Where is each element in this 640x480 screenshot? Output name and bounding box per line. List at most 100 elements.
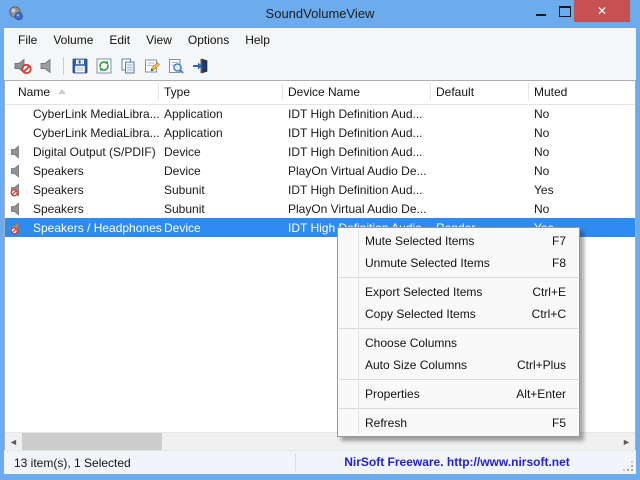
column-divider[interactable] xyxy=(158,83,159,101)
menu-item-shortcut: F7 xyxy=(552,234,566,248)
cell-device-name: IDT High Definition Aud... xyxy=(288,107,433,121)
menubar-item-edit[interactable]: Edit xyxy=(101,29,138,51)
menu-item-shortcut: Ctrl+Plus xyxy=(517,358,566,372)
table-row[interactable]: Digital Output (S/PDIF) Device IDT High … xyxy=(5,142,635,161)
maximize-icon xyxy=(559,6,571,17)
list-rows: CyberLink MediaLibra... Application IDT … xyxy=(5,104,635,237)
find-icon[interactable] xyxy=(164,55,188,77)
cell-type: Device xyxy=(164,164,274,178)
cell-muted: No xyxy=(534,126,624,140)
maximize-button[interactable] xyxy=(555,0,575,22)
cell-type: Subunit xyxy=(164,202,274,216)
menu-item-shortcut: Alt+Enter xyxy=(516,387,566,401)
menu-item-label: Auto Size Columns xyxy=(365,358,517,372)
menu-item-label: Choose Columns xyxy=(365,336,566,350)
menubar-item-help[interactable]: Help xyxy=(237,29,278,51)
menubar-item-options[interactable]: Options xyxy=(180,29,237,51)
menubar-item-file[interactable]: File xyxy=(10,29,45,51)
cell-name: CyberLink MediaLibra... xyxy=(33,126,165,140)
cell-type: Device xyxy=(164,145,274,159)
close-icon: ✕ xyxy=(597,4,607,18)
table-row[interactable]: Speakers Subunit PlayOn Virtual Audio De… xyxy=(5,199,635,218)
scroll-left-icon[interactable]: ◄ xyxy=(5,433,22,450)
menu-item-label: Refresh xyxy=(365,416,552,430)
context-menu-item-refresh[interactable]: Refresh F5 xyxy=(338,412,579,434)
scroll-right-icon[interactable]: ► xyxy=(618,433,635,450)
cell-type: Application xyxy=(164,126,274,140)
column-header-default[interactable]: Default xyxy=(436,85,474,99)
mute-speaker-icon[interactable] xyxy=(11,55,35,77)
minimize-icon xyxy=(536,14,546,16)
column-divider[interactable] xyxy=(282,83,283,101)
titlebar[interactable]: SoundVolumeView ✕ xyxy=(0,0,640,28)
toolbar xyxy=(4,52,636,80)
nirsoft-link[interactable]: NirSoft Freeware. http://www.nirsoft.net xyxy=(296,455,618,469)
context-menu-item-choose-columns[interactable]: Choose Columns xyxy=(338,332,579,354)
menu-item-label: Copy Selected Items xyxy=(365,307,532,321)
speaker-muted-icon xyxy=(10,221,25,235)
resize-grip-icon[interactable] xyxy=(622,460,634,472)
menu-item-label: Export Selected Items xyxy=(365,285,532,299)
cell-name: Speakers xyxy=(33,202,165,216)
menu-item-shortcut: Ctrl+C xyxy=(532,307,566,321)
menubar-item-view[interactable]: View xyxy=(138,29,180,51)
menu-bar: FileVolumeEditViewOptionsHelp xyxy=(4,28,636,52)
cell-name: Speakers xyxy=(33,183,165,197)
mute-badge-icon xyxy=(11,228,17,234)
cell-device-name: PlayOn Virtual Audio De... xyxy=(288,164,433,178)
speaker-icon[interactable] xyxy=(35,55,59,77)
column-header-type[interactable]: Type xyxy=(164,85,190,99)
save-icon[interactable] xyxy=(68,55,92,77)
cell-type: Subunit xyxy=(164,183,274,197)
menu-item-label: Properties xyxy=(365,387,516,401)
menubar-item-volume[interactable]: Volume xyxy=(45,29,101,51)
minimize-button[interactable] xyxy=(527,0,555,22)
sort-ascending-icon xyxy=(58,89,66,94)
scrollbar-thumb[interactable] xyxy=(22,433,162,450)
status-item-count: 13 item(s), 1 Selected xyxy=(14,456,131,470)
speaker-icon xyxy=(10,164,25,178)
table-row[interactable]: Speakers Device PlayOn Virtual Audio De.… xyxy=(5,161,635,180)
cell-device-name: IDT High Definition Aud... xyxy=(288,183,433,197)
exit-icon[interactable] xyxy=(188,55,212,77)
menu-separator xyxy=(339,379,578,380)
mute-badge-icon xyxy=(11,190,17,196)
table-row[interactable]: CyberLink MediaLibra... Application IDT … xyxy=(5,123,635,142)
context-menu-item-properties[interactable]: Properties Alt+Enter xyxy=(338,383,579,405)
close-button[interactable]: ✕ xyxy=(574,0,630,22)
cell-name: Digital Output (S/PDIF) xyxy=(33,145,165,159)
cell-type: Device xyxy=(164,221,274,235)
cell-muted: No xyxy=(534,107,624,121)
properties-icon[interactable] xyxy=(140,55,164,77)
context-menu-item-auto-size-columns[interactable]: Auto Size Columns Ctrl+Plus xyxy=(338,354,579,376)
cell-name: Speakers xyxy=(33,164,165,178)
cell-device-name: IDT High Definition Aud... xyxy=(288,145,433,159)
context-menu-item-mute-selected-items[interactable]: Mute Selected Items F7 xyxy=(338,230,579,252)
speaker-icon xyxy=(10,145,25,159)
column-divider[interactable] xyxy=(430,83,431,101)
cell-muted: Yes xyxy=(534,183,624,197)
column-header-name[interactable]: Name xyxy=(18,85,50,99)
cell-name: CyberLink MediaLibra... xyxy=(33,107,165,121)
refresh-icon[interactable] xyxy=(92,55,116,77)
toolbar-separator xyxy=(63,57,64,75)
cell-type: Application xyxy=(164,107,274,121)
cell-device-name: PlayOn Virtual Audio De... xyxy=(288,202,433,216)
cell-muted: No xyxy=(534,145,624,159)
context-menu-item-export-selected-items[interactable]: Export Selected Items Ctrl+E xyxy=(338,281,579,303)
app-window: SoundVolumeView ✕ FileVolumeEditViewOpti… xyxy=(0,0,640,480)
context-menu-item-copy-selected-items[interactable]: Copy Selected Items Ctrl+C xyxy=(338,303,579,325)
menu-separator xyxy=(339,328,578,329)
menu-item-label: Unmute Selected Items xyxy=(365,256,552,270)
speaker-icon xyxy=(10,202,25,216)
column-divider[interactable] xyxy=(528,83,529,101)
speaker-muted-icon xyxy=(10,183,25,197)
column-header-muted[interactable]: Muted xyxy=(534,85,567,99)
context-menu-item-unmute-selected-items[interactable]: Unmute Selected Items F8 xyxy=(338,252,579,274)
table-row[interactable]: CyberLink MediaLibra... Application IDT … xyxy=(5,104,635,123)
cell-muted: No xyxy=(534,164,624,178)
list-header: Name Type Device Name Default Muted xyxy=(5,81,635,105)
copy-icon[interactable] xyxy=(116,55,140,77)
table-row[interactable]: Speakers Subunit IDT High Definition Aud… xyxy=(5,180,635,199)
column-header-device[interactable]: Device Name xyxy=(288,85,360,99)
